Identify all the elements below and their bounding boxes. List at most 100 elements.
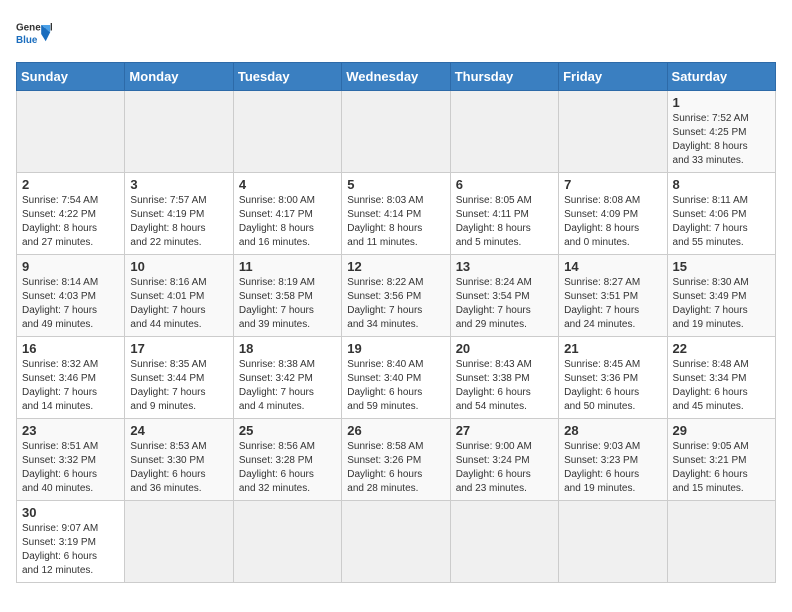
calendar-cell xyxy=(17,91,125,173)
day-number: 7 xyxy=(564,177,661,192)
calendar-cell: 5Sunrise: 8:03 AM Sunset: 4:14 PM Daylig… xyxy=(342,173,450,255)
day-number: 27 xyxy=(456,423,553,438)
calendar-cell xyxy=(559,91,667,173)
calendar-week-row: 9 Sunrise: 8:14 AM Sunset: 4:03 PM Daylig… xyxy=(17,255,776,337)
day-number: 20 xyxy=(456,341,553,356)
day-number: 8 xyxy=(673,177,770,192)
logo-icon: General Blue xyxy=(16,16,52,52)
day-of-week-header: Monday xyxy=(125,63,233,91)
calendar-table: SundayMondayTuesdayWednesdayThursdayFrid… xyxy=(16,62,776,583)
day-info: Sunrise: 8:45 AM Sunset: 3:36 PM Dayligh… xyxy=(564,358,661,414)
day-number: 14 xyxy=(564,259,661,274)
day-number: 6 xyxy=(456,177,553,192)
calendar-cell: 26 Sunrise: 8:58 AM Sunset: 3:26 PM Dayli… xyxy=(342,419,450,501)
day-number: 30 xyxy=(22,505,119,520)
calendar-cell: 21 Sunrise: 8:45 AM Sunset: 3:36 PM Dayli… xyxy=(559,337,667,419)
calendar-cell: 2 Sunrise: 7:54 AM Sunset: 4:22 PM Daylig… xyxy=(17,173,125,255)
calendar-cell: 14 Sunrise: 8:27 AM Sunset: 3:51 PM Dayli… xyxy=(559,255,667,337)
calendar-cell: 28 Sunrise: 9:03 AM Sunset: 3:23 PM Dayli… xyxy=(559,419,667,501)
calendar-cell: 9 Sunrise: 8:14 AM Sunset: 4:03 PM Daylig… xyxy=(17,255,125,337)
calendar-cell: 30 Sunrise: 9:07 AM Sunset: 3:19 PM Dayli… xyxy=(17,501,125,583)
calendar-cell: 12Sunrise: 8:22 AM Sunset: 3:56 PM Dayli… xyxy=(342,255,450,337)
day-number: 19 xyxy=(347,341,444,356)
day-info: Sunrise: 8:53 AM Sunset: 3:30 PM Dayligh… xyxy=(130,440,227,496)
calendar-cell xyxy=(125,91,233,173)
day-number: 15 xyxy=(673,259,770,274)
day-number: 21 xyxy=(564,341,661,356)
day-number: 26 xyxy=(347,423,444,438)
day-info: Sunrise: 9:07 AM Sunset: 3:19 PM Dayligh… xyxy=(22,522,119,578)
calendar-cell: 10Sunrise: 8:16 AM Sunset: 4:01 PM Dayli… xyxy=(125,255,233,337)
calendar-cell: 20 Sunrise: 8:43 AM Sunset: 3:38 PM Dayli… xyxy=(450,337,558,419)
calendar-cell: 27 Sunrise: 9:00 AM Sunset: 3:24 PM Dayli… xyxy=(450,419,558,501)
calendar-cell xyxy=(125,501,233,583)
day-info: Sunrise: 9:05 AM Sunset: 3:21 PM Dayligh… xyxy=(673,440,770,496)
day-of-week-header: Wednesday xyxy=(342,63,450,91)
day-info: Sunrise: 7:57 AM Sunset: 4:19 PM Dayligh… xyxy=(130,194,227,250)
day-number: 29 xyxy=(673,423,770,438)
calendar-cell: 16 Sunrise: 8:32 AM Sunset: 3:46 PM Dayli… xyxy=(17,337,125,419)
calendar-cell: 17 Sunrise: 8:35 AM Sunset: 3:44 PM Dayli… xyxy=(125,337,233,419)
calendar-cell: 7 Sunrise: 8:08 AM Sunset: 4:09 PM Daylig… xyxy=(559,173,667,255)
calendar-cell: 8 Sunrise: 8:11 AM Sunset: 4:06 PM Daylig… xyxy=(667,173,775,255)
day-number: 2 xyxy=(22,177,119,192)
calendar-header-row: SundayMondayTuesdayWednesdayThursdayFrid… xyxy=(17,63,776,91)
logo: General Blue xyxy=(16,16,52,52)
day-number: 11 xyxy=(239,259,336,274)
day-info: Sunrise: 7:52 AM Sunset: 4:25 PM Dayligh… xyxy=(673,112,770,168)
page-header: General Blue xyxy=(16,16,776,52)
calendar-cell: 19Sunrise: 8:40 AM Sunset: 3:40 PM Dayli… xyxy=(342,337,450,419)
day-info: Sunrise: 8:35 AM Sunset: 3:44 PM Dayligh… xyxy=(130,358,227,414)
calendar-cell: 24 Sunrise: 8:53 AM Sunset: 3:30 PM Dayli… xyxy=(125,419,233,501)
calendar-cell xyxy=(342,501,450,583)
day-number: 28 xyxy=(564,423,661,438)
calendar-cell: 23Sunrise: 8:51 AM Sunset: 3:32 PM Dayli… xyxy=(17,419,125,501)
day-of-week-header: Friday xyxy=(559,63,667,91)
day-info: Sunrise: 8:58 AM Sunset: 3:26 PM Dayligh… xyxy=(347,440,444,496)
calendar-cell xyxy=(233,501,341,583)
day-number: 13 xyxy=(456,259,553,274)
day-info: Sunrise: 8:43 AM Sunset: 3:38 PM Dayligh… xyxy=(456,358,553,414)
day-info: Sunrise: 8:05 AM Sunset: 4:11 PM Dayligh… xyxy=(456,194,553,250)
calendar-week-row: 1Sunrise: 7:52 AM Sunset: 4:25 PM Daylig… xyxy=(17,91,776,173)
day-info: Sunrise: 8:32 AM Sunset: 3:46 PM Dayligh… xyxy=(22,358,119,414)
day-number: 17 xyxy=(130,341,227,356)
day-info: Sunrise: 8:56 AM Sunset: 3:28 PM Dayligh… xyxy=(239,440,336,496)
day-number: 16 xyxy=(22,341,119,356)
day-info: Sunrise: 8:38 AM Sunset: 3:42 PM Dayligh… xyxy=(239,358,336,414)
day-of-week-header: Saturday xyxy=(667,63,775,91)
calendar-cell: 18 Sunrise: 8:38 AM Sunset: 3:42 PM Dayli… xyxy=(233,337,341,419)
day-info: Sunrise: 8:24 AM Sunset: 3:54 PM Dayligh… xyxy=(456,276,553,332)
calendar-cell: 4Sunrise: 8:00 AM Sunset: 4:17 PM Daylig… xyxy=(233,173,341,255)
day-info: Sunrise: 8:27 AM Sunset: 3:51 PM Dayligh… xyxy=(564,276,661,332)
day-info: Sunrise: 7:54 AM Sunset: 4:22 PM Dayligh… xyxy=(22,194,119,250)
day-number: 10 xyxy=(130,259,227,274)
calendar-cell: 6 Sunrise: 8:05 AM Sunset: 4:11 PM Daylig… xyxy=(450,173,558,255)
day-info: Sunrise: 8:08 AM Sunset: 4:09 PM Dayligh… xyxy=(564,194,661,250)
svg-text:Blue: Blue xyxy=(16,35,38,46)
day-number: 24 xyxy=(130,423,227,438)
calendar-cell: 3 Sunrise: 7:57 AM Sunset: 4:19 PM Daylig… xyxy=(125,173,233,255)
day-number: 23 xyxy=(22,423,119,438)
day-number: 5 xyxy=(347,177,444,192)
calendar-cell: 25Sunrise: 8:56 AM Sunset: 3:28 PM Dayli… xyxy=(233,419,341,501)
calendar-cell: 22 Sunrise: 8:48 AM Sunset: 3:34 PM Dayli… xyxy=(667,337,775,419)
day-info: Sunrise: 9:03 AM Sunset: 3:23 PM Dayligh… xyxy=(564,440,661,496)
day-info: Sunrise: 8:30 AM Sunset: 3:49 PM Dayligh… xyxy=(673,276,770,332)
calendar-cell xyxy=(667,501,775,583)
calendar-cell xyxy=(450,501,558,583)
day-info: Sunrise: 8:48 AM Sunset: 3:34 PM Dayligh… xyxy=(673,358,770,414)
day-info: Sunrise: 8:11 AM Sunset: 4:06 PM Dayligh… xyxy=(673,194,770,250)
day-info: Sunrise: 8:14 AM Sunset: 4:03 PM Dayligh… xyxy=(22,276,119,332)
calendar-week-row: 30 Sunrise: 9:07 AM Sunset: 3:19 PM Dayli… xyxy=(17,501,776,583)
calendar-cell xyxy=(342,91,450,173)
day-number: 22 xyxy=(673,341,770,356)
day-number: 18 xyxy=(239,341,336,356)
day-number: 3 xyxy=(130,177,227,192)
day-number: 12 xyxy=(347,259,444,274)
day-of-week-header: Tuesday xyxy=(233,63,341,91)
calendar-week-row: 23Sunrise: 8:51 AM Sunset: 3:32 PM Dayli… xyxy=(17,419,776,501)
day-of-week-header: Thursday xyxy=(450,63,558,91)
day-number: 9 xyxy=(22,259,119,274)
day-info: Sunrise: 9:00 AM Sunset: 3:24 PM Dayligh… xyxy=(456,440,553,496)
